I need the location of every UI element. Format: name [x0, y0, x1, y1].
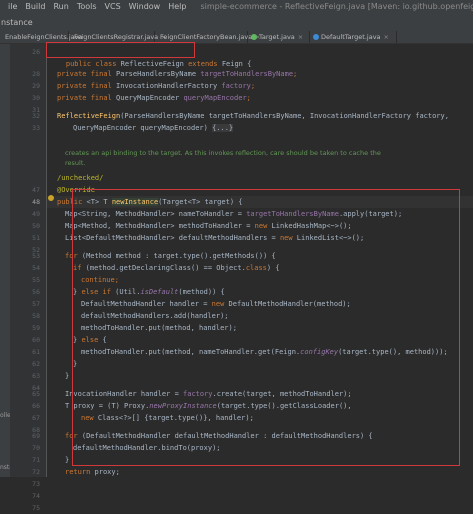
- method-highlight-box: [72, 189, 460, 466]
- line-number: 49: [32, 210, 40, 218]
- line-number: 73: [32, 480, 40, 488]
- line-number: 28: [32, 70, 40, 78]
- line-number: 53: [32, 252, 40, 260]
- line-number: 61: [32, 348, 40, 356]
- line-number: 75: [32, 504, 40, 512]
- java-class-icon: [313, 34, 319, 40]
- menu-vcs[interactable]: VCS: [101, 2, 125, 11]
- menu-help[interactable]: Help: [164, 2, 190, 11]
- code-line: private final QueryMapEncoder queryMapEn…: [57, 94, 251, 102]
- line-number: 62: [32, 360, 40, 368]
- menu-file[interactable]: ile: [4, 2, 21, 11]
- code-line: ReflectiveFeign(ParseHandlersByName targ…: [57, 112, 449, 120]
- menu-window[interactable]: Window: [125, 2, 165, 11]
- window-title: simple-ecommerce - ReflectiveFeign.java …: [200, 2, 473, 11]
- line-number: 72: [32, 468, 40, 476]
- folded-code[interactable]: {...}: [212, 124, 234, 132]
- project-tool-strip: olle nstance: [0, 44, 24, 477]
- code-line: }: [65, 456, 70, 464]
- breadcrumb[interactable]: nstance: [0, 18, 33, 27]
- navigation-bar: nstance: [0, 13, 473, 32]
- close-icon[interactable]: ×: [298, 33, 303, 41]
- line-number: 66: [32, 402, 40, 410]
- line-number: 50: [32, 222, 40, 230]
- doc-comment: creates an api binding to the target. As…: [65, 149, 381, 157]
- code-line: QueryMapEncoder queryMapEncoder) {...}: [73, 124, 234, 132]
- line-number: 59: [32, 324, 40, 332]
- line-number: 67: [32, 414, 40, 422]
- tab-default-target[interactable]: DefaultTarget.java ×: [310, 31, 397, 43]
- class-declaration-highlight-box: [46, 42, 195, 58]
- code-line: private final InvocationHandlerFactory f…: [57, 82, 256, 90]
- line-number: 26: [32, 48, 40, 56]
- line-number: 63: [32, 372, 40, 380]
- line-number: 65: [32, 390, 40, 398]
- doc-comment: result.: [65, 159, 86, 167]
- menu-build[interactable]: Build: [21, 2, 49, 11]
- line-number: 54: [32, 264, 40, 272]
- close-icon[interactable]: ×: [384, 33, 389, 41]
- line-number: 47: [32, 186, 40, 194]
- line-number-gutter: 26 28 29 30 31 32 33 47 48 49 50 51 52 53 54 55 56 57 58 59…: [10, 44, 47, 512]
- line-number: 71: [32, 456, 40, 464]
- line-number: 57: [32, 300, 40, 308]
- line-number: 58: [32, 312, 40, 320]
- line-number: 33: [32, 124, 40, 132]
- java-interface-icon: [251, 34, 257, 40]
- menu-bar: ile Build Run Tools VCS Window Help simp…: [0, 0, 473, 13]
- menu-run[interactable]: Run: [49, 2, 72, 11]
- line-number: 56: [32, 288, 40, 296]
- annotation-line: /unchecked/: [57, 174, 104, 182]
- line-number: 74: [32, 492, 40, 500]
- line-number: 69: [32, 432, 40, 440]
- line-number: 29: [32, 82, 40, 90]
- line-number: 30: [32, 94, 40, 102]
- line-number: 48: [32, 198, 40, 206]
- line-number: 60: [32, 336, 40, 344]
- line-number: 70: [32, 444, 40, 452]
- menu-tools[interactable]: Tools: [73, 2, 101, 11]
- tab-target[interactable]: Target.java ×: [248, 31, 310, 43]
- line-number: 55: [32, 276, 40, 284]
- code-line: private final ParseHandlersByName target…: [57, 70, 298, 78]
- line-number: 32: [32, 112, 40, 120]
- code-line: }: [65, 372, 70, 380]
- override-gutter-icon[interactable]: [48, 195, 54, 201]
- line-number: 51: [32, 234, 40, 242]
- code-line: return proxy;: [65, 468, 120, 476]
